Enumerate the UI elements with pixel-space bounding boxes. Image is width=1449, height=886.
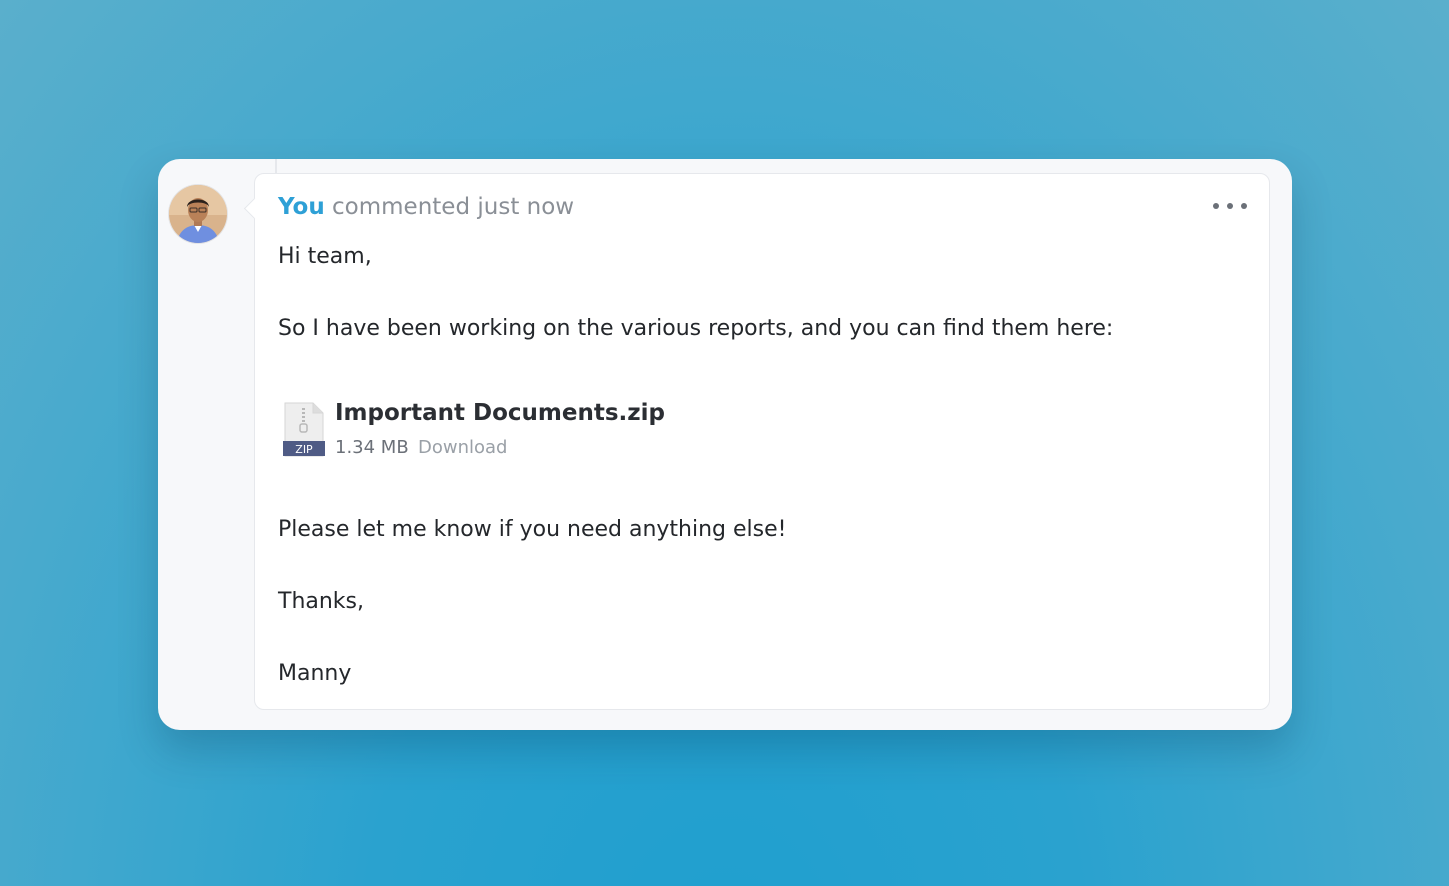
- zip-badge-label: ZIP: [295, 443, 313, 456]
- comment-card: You commented just now Hi team, So I hav…: [158, 159, 1292, 730]
- comment-header: You commented just now: [278, 194, 574, 220]
- bubble-pointer: [243, 197, 266, 220]
- comment-bubble: You commented just now Hi team, So I hav…: [243, 173, 1270, 710]
- zip-file-icon[interactable]: ZIP: [283, 402, 325, 458]
- comment-signoff: Thanks,: [278, 589, 365, 614]
- attachment: ZIP Important Documents.zip 1.34 MB Down…: [283, 400, 883, 462]
- thread-line: [275, 159, 277, 173]
- avatar-image: [169, 185, 227, 243]
- comment-intro: So I have been working on the various re…: [278, 316, 1114, 341]
- avatar[interactable]: [169, 185, 227, 243]
- comment-signature: Manny: [278, 661, 352, 686]
- comment-meta: commented just now: [332, 194, 575, 220]
- comment-followup: Please let me know if you need anything …: [278, 517, 787, 542]
- attachment-file-size: 1.34 MB: [335, 437, 409, 458]
- more-options-icon[interactable]: [1213, 196, 1247, 216]
- comment-author[interactable]: You: [278, 194, 325, 220]
- attachment-file-name[interactable]: Important Documents.zip: [335, 400, 665, 426]
- comment-greeting: Hi team,: [278, 244, 372, 269]
- download-link[interactable]: Download: [418, 437, 507, 458]
